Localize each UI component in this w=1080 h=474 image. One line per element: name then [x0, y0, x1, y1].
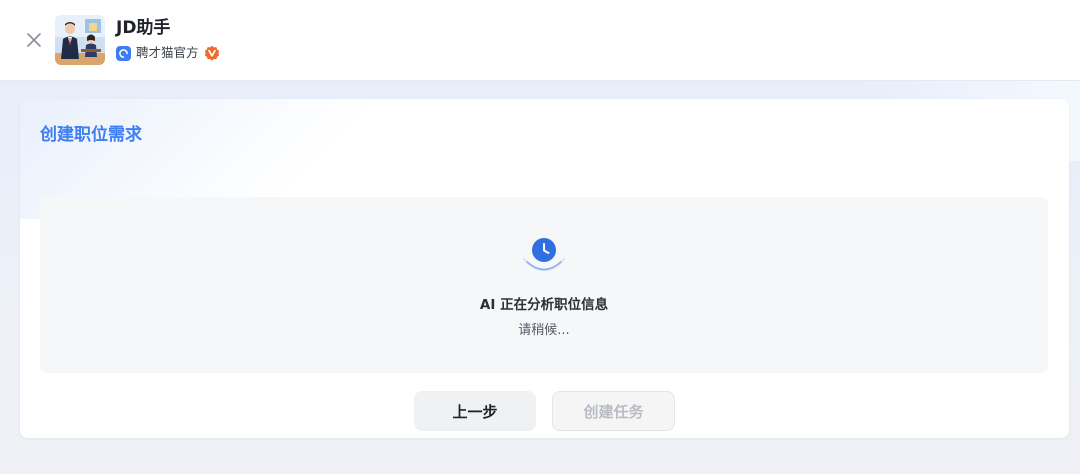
app-avatar	[55, 15, 105, 65]
publisher-logo-icon	[116, 45, 131, 61]
card-title: 创建职位需求	[40, 125, 142, 145]
publisher-name: 聘才猫官方	[136, 45, 199, 60]
clock-icon	[522, 238, 566, 272]
app-title: JD助手	[116, 18, 171, 38]
analysis-status-panel: AI 正在分析职位信息 请稍候...	[40, 197, 1048, 373]
close-icon[interactable]	[24, 30, 44, 50]
status-sub-message: 请稍候...	[518, 323, 570, 338]
create-job-card: 创建职位需求 AI 正在分析职位信息 请稍候... 上一步 创建任务	[20, 99, 1069, 438]
top-bar: JD助手 聘才猫官方	[0, 0, 1080, 81]
status-message: AI 正在分析职位信息	[479, 297, 609, 313]
previous-step-button[interactable]: 上一步	[414, 391, 536, 431]
publisher: 聘才猫官方	[116, 44, 220, 62]
create-task-button[interactable]: 创建任务	[552, 391, 675, 431]
verified-badge-icon	[204, 45, 219, 61]
